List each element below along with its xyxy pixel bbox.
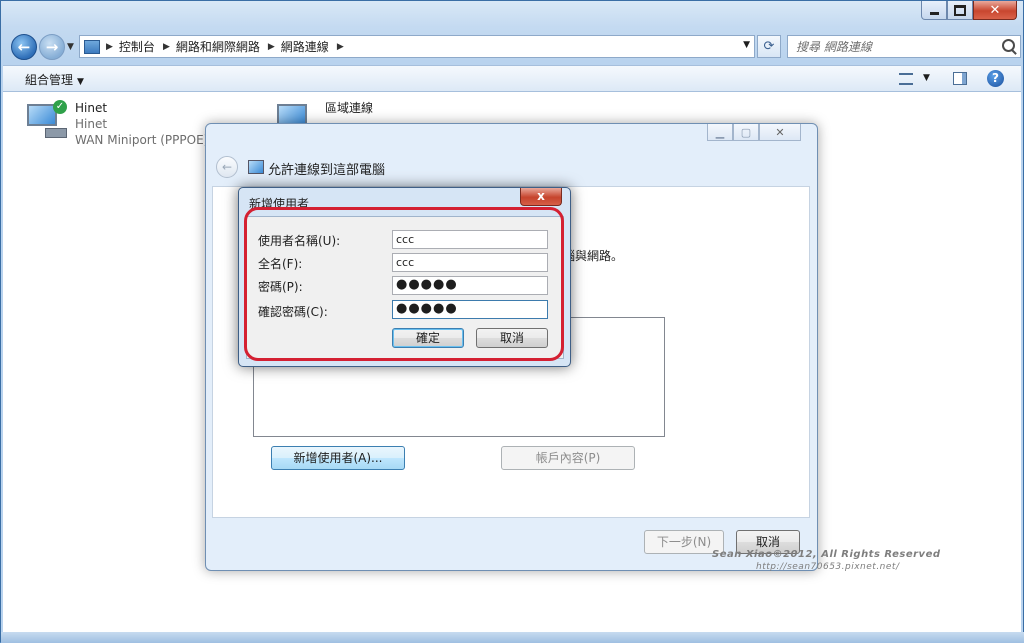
new-user-dialog-title: 新增使用者: [249, 197, 310, 211]
forward-button[interactable]: →: [39, 34, 65, 60]
address-dropdown[interactable]: ▼: [743, 40, 750, 50]
help-icon[interactable]: ?: [987, 70, 1004, 87]
search-icon[interactable]: [1002, 39, 1015, 52]
maximize-button[interactable]: [947, 1, 973, 20]
back-arrow-icon: ←: [221, 160, 233, 174]
wizard-close-button[interactable]: ✕: [759, 124, 801, 141]
forward-arrow-icon: →: [45, 38, 59, 56]
wizard-back-button[interactable]: ←: [216, 156, 238, 178]
window-caption-buttons: ✕: [921, 1, 1017, 20]
back-arrow-icon: ←: [17, 38, 31, 56]
breadcrumb-separator[interactable]: ▶: [163, 42, 170, 52]
modem-shape: [45, 128, 67, 138]
add-user-button[interactable]: 新增使用者(A)...: [271, 446, 405, 470]
recent-pages-dropdown[interactable]: ▼: [67, 42, 74, 52]
window-bottom-frame: [1, 632, 1024, 643]
address-bar[interactable]: ▶ 控制台 ▶ 網路和網際網路 ▶ 網路連線 ▶ ▼: [79, 35, 755, 58]
control-panel-icon: [84, 39, 100, 54]
network-connection-icon: ✓: [25, 100, 67, 142]
confirm-password-field[interactable]: ●●●●●: [392, 300, 548, 319]
watermark-url: http://sean70653.pixnet.net/: [756, 562, 900, 572]
confirm-password-label: 確認密碼(C):: [258, 305, 328, 319]
close-button[interactable]: ✕: [973, 1, 1017, 20]
back-button[interactable]: ←: [11, 34, 37, 60]
breadcrumb-separator[interactable]: ▶: [337, 42, 344, 52]
fullname-label: 全名(F):: [258, 257, 303, 271]
connection-status: Hinet: [75, 117, 108, 131]
connection-name: Hinet: [75, 101, 108, 115]
refresh-icon: ⟳: [763, 39, 775, 54]
new-user-form: 使用者名稱(U): ccc 全名(F): ccc 密碼(P): ●●●●● 確認…: [246, 216, 564, 359]
refresh-button[interactable]: ⟳: [757, 35, 781, 58]
ok-button[interactable]: 確定: [392, 328, 464, 348]
watermark-copyright: Sean Xiao©2012, All Rights Reserved: [712, 549, 941, 560]
breadcrumb-network-connections[interactable]: 網路連線: [281, 38, 329, 55]
close-icon: ✕: [775, 125, 785, 139]
connection-hinet[interactable]: ✓ Hinet Hinet WAN Miniport (PPPOE): [25, 100, 208, 148]
fullname-field[interactable]: ccc: [392, 253, 548, 272]
username-label: 使用者名稱(U):: [258, 234, 341, 248]
chevron-down-icon: ▼: [77, 77, 84, 87]
connection-name: 區域連線: [325, 101, 374, 115]
breadcrumb-separator[interactable]: ▶: [106, 42, 113, 52]
new-user-close-button[interactable]: x: [520, 188, 562, 206]
maximize-icon: [954, 4, 966, 16]
wizard-description: 腦與網路。: [563, 249, 624, 263]
connection-device: WAN Miniport (PPPOE): [75, 133, 209, 147]
breadcrumb-control-panel[interactable]: 控制台: [119, 38, 155, 55]
wizard-caption-buttons: ▁ ▢ ✕: [707, 124, 801, 141]
search-input[interactable]: 搜尋 網路連線: [787, 35, 1021, 58]
close-icon: x: [537, 189, 545, 203]
password-field[interactable]: ●●●●●: [392, 276, 548, 295]
organize-button[interactable]: 組合管理 ▼: [25, 71, 84, 88]
breadcrumb-network-internet[interactable]: 網路和網際網路: [176, 38, 260, 55]
network-globe-icon: [248, 160, 264, 174]
username-field[interactable]: ccc: [392, 230, 548, 249]
wizard-minimize-button[interactable]: ▁: [707, 124, 733, 141]
connection-text: Hinet Hinet WAN Miniport (PPPOE): [75, 100, 208, 148]
minimize-icon: [929, 11, 939, 15]
command-bar: 組合管理 ▼ ▼ ?: [3, 65, 1021, 92]
view-dropdown[interactable]: ▼: [923, 73, 930, 83]
wizard-title: 允許連線到這部電腦: [268, 163, 386, 178]
watermark: Sean Xiao©2012, All Rights Reserved http…: [712, 549, 941, 573]
cancel-button[interactable]: 取消: [476, 328, 548, 348]
preview-pane-icon[interactable]: [953, 72, 967, 85]
view-icon[interactable]: [899, 73, 913, 85]
wizard-maximize-button[interactable]: ▢: [733, 124, 759, 141]
new-user-dialog: 新增使用者 x 使用者名稱(U): ccc 全名(F): ccc 密碼(P): …: [238, 187, 571, 367]
organize-label: 組合管理: [25, 73, 74, 87]
check-badge-icon: ✓: [53, 100, 67, 114]
minimize-button[interactable]: [921, 1, 947, 20]
close-icon: ✕: [989, 2, 1001, 18]
navigation-row: ← → ▼ ▶ 控制台 ▶ 網路和網際網路 ▶ 網路連線 ▶ ▼ ⟳ 搜尋 網路…: [9, 32, 1021, 62]
password-label: 密碼(P):: [258, 280, 303, 294]
search-placeholder: 搜尋 網路連線: [796, 40, 872, 54]
account-properties-button[interactable]: 帳戶內容(P): [501, 446, 635, 470]
breadcrumb-separator[interactable]: ▶: [268, 42, 275, 52]
